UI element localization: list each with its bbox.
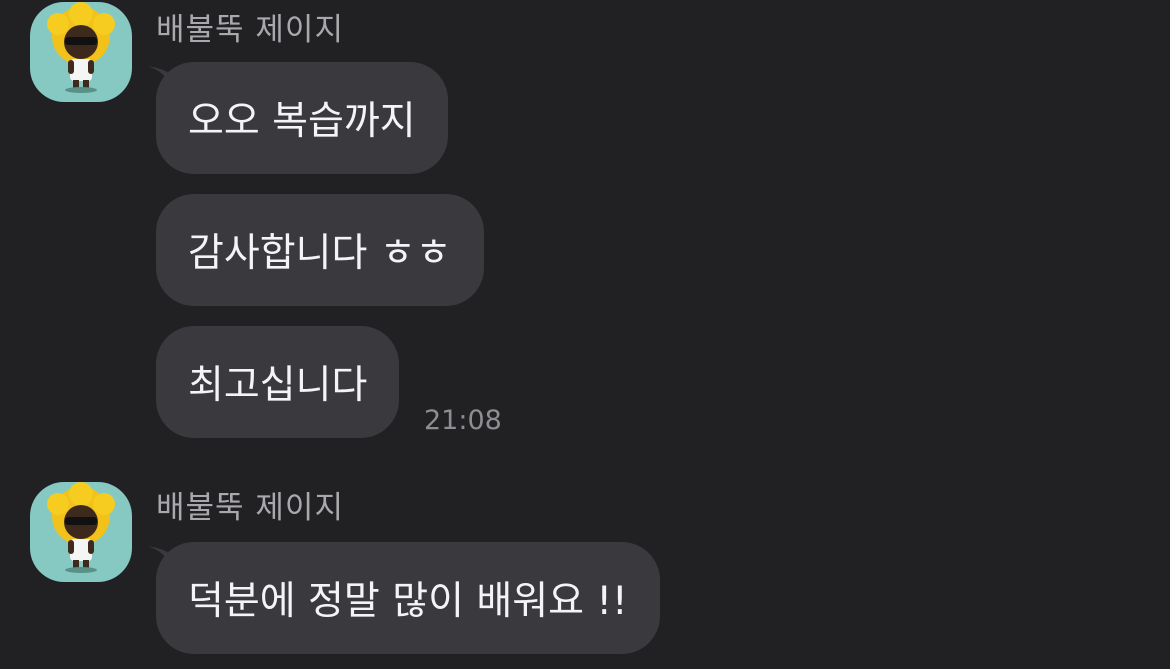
message-text: 덕분에 정말 많이 배워요 !!	[156, 542, 660, 654]
profile-avatar[interactable]	[30, 482, 132, 582]
character-avatar-icon	[47, 2, 115, 93]
chat-room: 배불뚝 제이지 오오 복습까지 감사합니다 ㅎㅎ 최고십니다 21:08 배불뚝…	[0, 0, 1170, 669]
message-bubble[interactable]: 덕분에 정말 많이 배워요 !!	[146, 542, 660, 654]
message-timestamp: 21:08	[424, 405, 502, 436]
profile-avatar[interactable]	[30, 2, 132, 102]
message-bubble[interactable]: 최고십니다	[156, 326, 400, 438]
character-avatar-icon	[47, 482, 115, 573]
message-text: 감사합니다 ㅎㅎ	[156, 194, 484, 306]
message-bubble[interactable]: 감사합니다 ㅎㅎ	[156, 194, 484, 306]
sender-name: 배불뚝 제이지	[156, 490, 344, 526]
sender-name: 배불뚝 제이지	[156, 12, 344, 48]
message-text: 최고십니다	[156, 326, 400, 438]
message-text: 오오 복습까지	[156, 62, 448, 174]
message-bubble[interactable]: 오오 복습까지	[146, 62, 448, 174]
